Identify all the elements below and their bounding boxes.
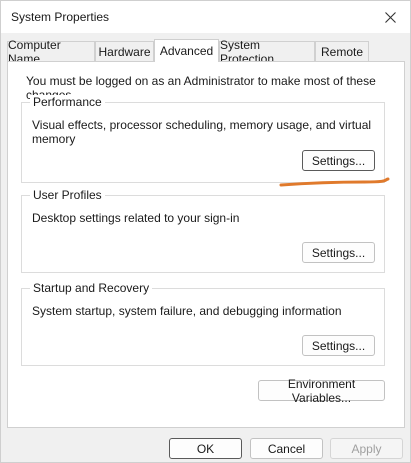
- tab-advanced[interactable]: Advanced: [154, 39, 219, 62]
- user-profiles-settings-button[interactable]: Settings...: [302, 242, 375, 263]
- tab-computer-name[interactable]: Computer Name: [7, 38, 95, 66]
- window-title: System Properties: [11, 10, 110, 24]
- tab-remote[interactable]: Remote: [315, 41, 369, 61]
- startup-recovery-legend: Startup and Recovery: [30, 281, 153, 295]
- user-profiles-legend: User Profiles: [30, 188, 105, 202]
- ok-button[interactable]: OK: [169, 438, 242, 459]
- startup-recovery-group: Startup and Recovery System startup, sys…: [21, 281, 385, 366]
- title-bar: System Properties: [1, 1, 410, 33]
- tab-hardware[interactable]: Hardware: [95, 41, 154, 61]
- tab-strip: Computer Name Hardware Advanced System P…: [7, 38, 407, 66]
- performance-legend: Performance: [30, 95, 105, 109]
- user-profiles-description: Desktop settings related to your sign-in: [32, 211, 240, 225]
- user-profiles-group: User Profiles Desktop settings related t…: [21, 188, 385, 273]
- tab-system-protection[interactable]: System Protection: [219, 38, 315, 66]
- performance-description: Visual effects, processor scheduling, me…: [32, 118, 372, 146]
- advanced-tab-panel: You must be logged on as an Administrato…: [7, 61, 405, 428]
- cancel-button[interactable]: Cancel: [250, 438, 323, 459]
- close-icon: [384, 11, 396, 23]
- startup-recovery-settings-button[interactable]: Settings...: [302, 335, 375, 356]
- system-properties-window: System Properties Computer Name Hardware…: [0, 0, 411, 463]
- close-button[interactable]: [370, 1, 410, 33]
- apply-button[interactable]: Apply: [330, 438, 403, 459]
- startup-recovery-description: System startup, system failure, and debu…: [32, 304, 342, 318]
- performance-group: Performance Visual effects, processor sc…: [21, 95, 385, 183]
- environment-variables-button[interactable]: Environment Variables...: [258, 377, 385, 405]
- performance-settings-button[interactable]: Settings...: [302, 150, 375, 171]
